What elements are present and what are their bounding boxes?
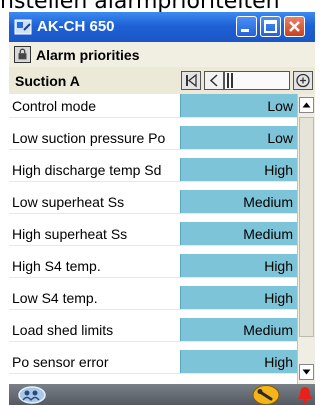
list-item[interactable]: Low suction pressure Po Low	[9, 126, 297, 150]
list-item[interactable]: High discharge temp Sd High	[9, 158, 297, 182]
priority-text: High	[264, 290, 293, 306]
scroll-up-icon	[302, 102, 311, 108]
priority-text: Low	[267, 130, 293, 146]
lock-icon	[14, 46, 31, 63]
caption: nstellen alarmprioriteiten	[0, 0, 324, 12]
users-icon[interactable]	[17, 385, 47, 404]
screen-title: Alarm priorities	[36, 47, 140, 63]
wrench-icon[interactable]	[251, 384, 281, 405]
screen-header: Alarm priorities	[9, 42, 315, 67]
priority-text: Medium	[243, 226, 293, 242]
priority-text: Medium	[243, 322, 293, 338]
priority-text: Medium	[243, 194, 293, 210]
priority-text: High	[264, 258, 293, 274]
row-label: High discharge temp Sd	[12, 162, 162, 178]
close-icon	[289, 21, 300, 32]
list-item[interactable]: High S4 temp. High	[9, 254, 297, 278]
priority-text: High	[264, 162, 293, 178]
slider-thumb-icon	[227, 73, 233, 88]
list-item[interactable]: Low S4 temp. High	[9, 286, 297, 310]
minimize-icon	[241, 29, 249, 32]
close-button[interactable]	[284, 16, 305, 37]
window-title: AK-CH 650	[37, 18, 115, 35]
list-item[interactable]: High superheat Ss Medium	[9, 222, 297, 246]
chevron-left-icon	[209, 74, 218, 87]
window-titlebar: AK-CH 650	[9, 12, 315, 42]
section-slider[interactable]	[224, 71, 290, 90]
section-title: Suction A	[15, 73, 80, 89]
priority-value[interactable]: High	[180, 158, 297, 181]
priority-value[interactable]: Low	[180, 126, 297, 149]
priority-value[interactable]: Low	[180, 94, 297, 117]
priority-text: High	[264, 354, 293, 370]
controller-icon	[14, 19, 32, 35]
priority-value[interactable]: High	[180, 254, 297, 277]
first-section-button[interactable]	[181, 71, 201, 90]
list-item[interactable]: Load shed limits Medium	[9, 318, 297, 342]
list-item[interactable]: Po sensor error High	[9, 350, 297, 374]
row-label: High S4 temp.	[12, 258, 101, 274]
row-label: High superheat Ss	[12, 226, 128, 242]
row-label: Load shed limits	[12, 322, 114, 338]
bottom-toolbar	[9, 384, 315, 405]
plus-circle-icon	[296, 73, 310, 88]
first-page-icon	[186, 73, 197, 88]
row-label: Po sensor error	[12, 354, 109, 370]
priority-text: Low	[267, 98, 293, 114]
alarm-priority-list: Control mode Low Low suction pressure Po…	[9, 94, 315, 384]
row-label: Control mode	[12, 98, 97, 114]
alarm-bell-icon[interactable]	[296, 385, 314, 404]
section-header: Suction A	[9, 67, 315, 94]
priority-value[interactable]: High	[180, 286, 297, 309]
row-label: Low S4 temp.	[12, 290, 98, 306]
scroll-thumb[interactable]	[299, 117, 314, 337]
maximize-button[interactable]	[260, 16, 281, 37]
priority-value[interactable]: Medium	[180, 190, 297, 213]
row-label: Low suction pressure Po	[12, 130, 166, 146]
scroll-down-icon	[302, 369, 311, 375]
priority-value[interactable]: Medium	[180, 222, 297, 245]
minimize-button[interactable]	[236, 16, 257, 37]
row-label: Low superheat Ss	[12, 194, 125, 210]
scroll-up-button[interactable]	[299, 97, 314, 113]
scroll-down-button[interactable]	[299, 364, 314, 380]
scrollbar[interactable]	[297, 94, 315, 384]
priority-value[interactable]: High	[180, 350, 297, 373]
device-screen: AK-CH 650 Alarm priorities Suction A Con…	[9, 12, 315, 405]
list-item[interactable]: Control mode Low	[9, 94, 297, 118]
caption-text: nstellen alarmprioriteiten	[0, 0, 280, 12]
list-item[interactable]: Low superheat Ss Medium	[9, 190, 297, 214]
previous-section-button[interactable]	[204, 71, 224, 90]
next-section-button[interactable]	[293, 71, 313, 90]
maximize-icon	[264, 20, 277, 33]
priority-value[interactable]: Medium	[180, 318, 297, 341]
